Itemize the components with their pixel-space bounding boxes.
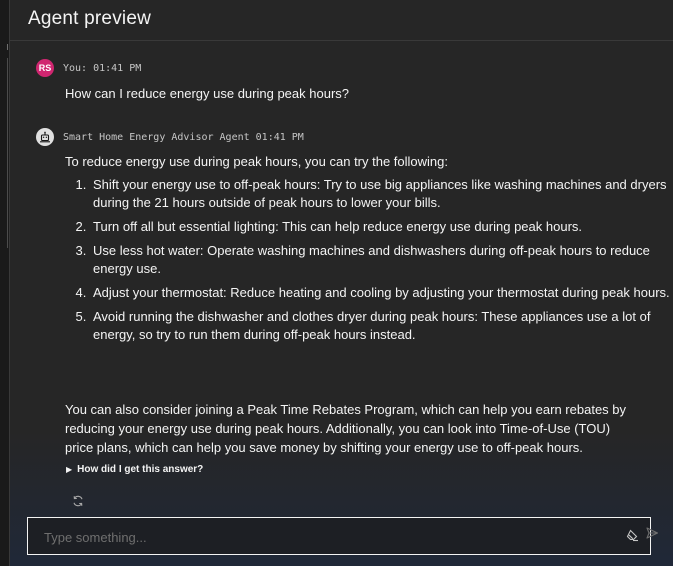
scroll-track[interactable] [7, 58, 8, 248]
left-edge [0, 0, 9, 566]
agent-message-intro: To reduce energy use during peak hours, … [65, 154, 449, 169]
list-item: Adjust your thermostat: Reduce heating a… [90, 284, 673, 302]
list-item: Turn off all but essential lighting: Thi… [90, 218, 673, 236]
agent-steps-list: Shift your energy use to off-peak hours:… [68, 176, 673, 350]
robot-icon [36, 128, 54, 146]
scroll-tick [7, 44, 8, 50]
send-icon[interactable] [645, 526, 659, 545]
agent-preview-panel: Agent preview RS You: 01:41 PM How can I… [9, 0, 673, 566]
agent-message-header: Smart Home Energy Advisor Agent 01:41 PM [36, 128, 304, 146]
agent-message-meta: Smart Home Energy Advisor Agent 01:41 PM [63, 131, 304, 143]
user-message-meta: You: 01:41 PM [63, 62, 142, 74]
eraser-icon[interactable] [625, 528, 639, 547]
list-item: Avoid running the dishwasher and clothes… [90, 308, 673, 344]
message-input-box [27, 517, 651, 555]
message-input[interactable] [42, 526, 606, 548]
user-message-text: How can I reduce energy use during peak … [65, 86, 350, 101]
caret-right-icon: ▶ [66, 465, 73, 474]
regenerate-icon[interactable] [72, 494, 84, 512]
list-item: Shift your energy use to off-peak hours:… [90, 176, 673, 212]
panel-title: Agent preview [28, 8, 152, 29]
user-message-header: RS You: 01:41 PM [36, 59, 141, 77]
panel-header: Agent preview [10, 0, 673, 41]
list-item: Use less hot water: Operate washing mach… [90, 242, 673, 278]
agent-message-closing: You can also consider joining a Peak Tim… [65, 402, 627, 455]
how-did-i-get-this-answer-toggle[interactable]: ▶ How did I get this answer? [66, 464, 203, 475]
disclosure-label: How did I get this answer? [77, 464, 204, 475]
user-avatar: RS [36, 59, 54, 77]
